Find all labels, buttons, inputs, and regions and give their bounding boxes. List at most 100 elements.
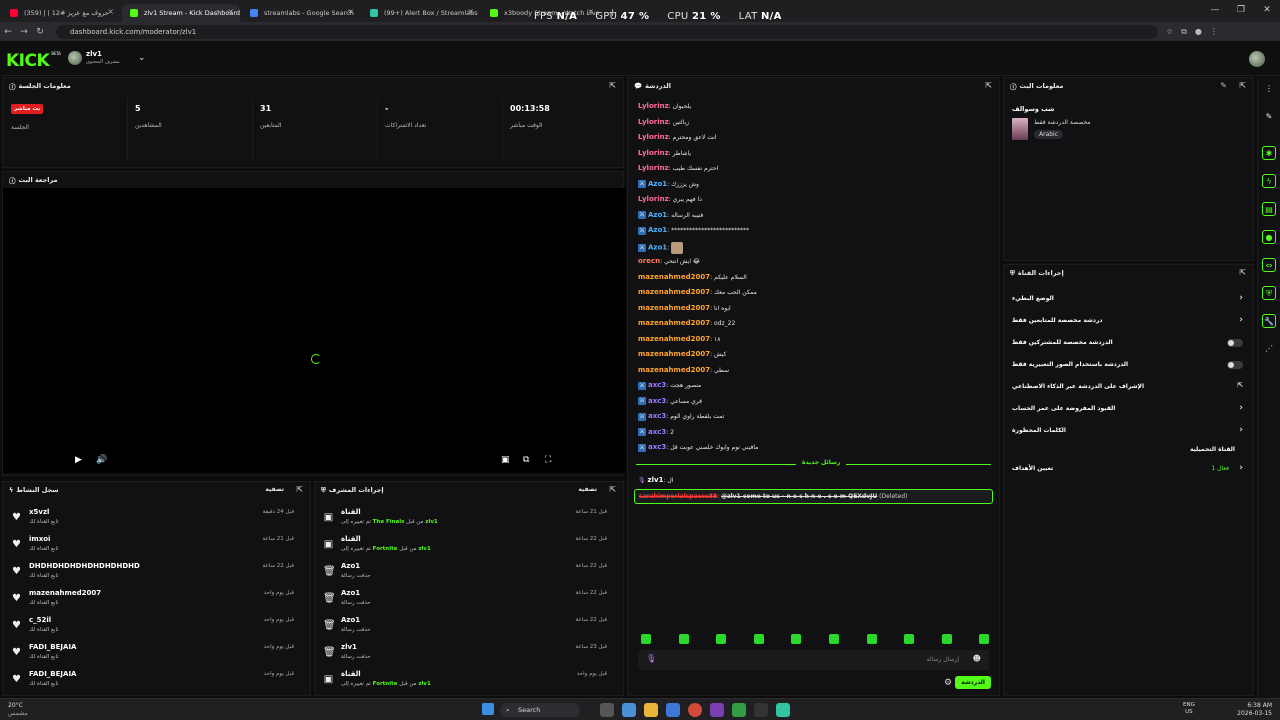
minimize-icon[interactable]: — xyxy=(1202,0,1228,22)
extensions-icon[interactable]: ⧉ xyxy=(1181,27,1187,37)
activity-username[interactable]: FADI_BEJAIA xyxy=(29,643,76,651)
channel-action-row[interactable]: الدردشة باستخدام الصور التعبيرية فقط xyxy=(1012,361,1243,375)
channel-action-row[interactable]: دردشة مخصصة للمتابعين فقط › xyxy=(1012,315,1243,331)
bug-icon[interactable]: ✱ xyxy=(1262,146,1276,160)
channel-action-row[interactable]: الكلمات المحظورة › xyxy=(1012,425,1243,441)
system-clock[interactable]: 6:38 AM 2026-03-15 xyxy=(1237,702,1272,718)
activity-username[interactable]: c_52il xyxy=(29,616,51,624)
language-indicator[interactable]: ENG US xyxy=(1183,702,1195,716)
file-explorer-icon[interactable] xyxy=(644,703,658,717)
url-field[interactable]: dashboard.kick.com/moderator/zlv1 xyxy=(56,24,1158,39)
wrench-icon[interactable]: 🔧 xyxy=(1262,314,1276,328)
mod-action-target[interactable]: القناة xyxy=(341,508,361,516)
chat-username[interactable]: orecn xyxy=(638,257,660,265)
chat-username[interactable]: Lylorinz xyxy=(638,102,669,110)
tab-close-icon[interactable]: × xyxy=(107,7,114,16)
channel-action-row[interactable]: الإشراف على الدردشة عبر الذكاء الاصطناعي… xyxy=(1012,381,1243,397)
emoji-icon[interactable]: ☻ xyxy=(973,654,981,663)
emote-icon[interactable] xyxy=(829,634,839,644)
more-icon[interactable]: ⋮ xyxy=(1262,82,1276,96)
mod-action-target[interactable]: القناة xyxy=(341,670,361,678)
browser-tab[interactable]: (99+) Alert Box / Streamlabs × xyxy=(362,4,480,22)
clipboard-icon[interactable]: ▤ xyxy=(1262,202,1276,216)
chat-username[interactable]: axc3 xyxy=(648,397,666,405)
browser-tab[interactable]: zlv1 Stream - Kick Dashboard × xyxy=(122,4,240,22)
mod-action-target[interactable]: Azo1 xyxy=(341,562,360,570)
emote-icon[interactable] xyxy=(641,634,651,644)
weather-widget[interactable]: 20°C مشمس xyxy=(8,702,28,718)
store-icon[interactable] xyxy=(666,703,680,717)
channel-action-row[interactable]: الوضع البطيء › xyxy=(1012,293,1243,309)
activity-username[interactable]: imxoi xyxy=(29,535,50,543)
theater-mode-icon[interactable]: ▣ xyxy=(501,455,510,465)
maximize-icon[interactable]: ❐ xyxy=(1228,0,1254,22)
widgets-icon[interactable] xyxy=(622,703,636,717)
activity-username[interactable]: x5vzl xyxy=(29,508,49,516)
activity-username[interactable]: mazenahmed2007 xyxy=(29,589,101,597)
channel-action-row[interactable]: القيود المفروضة على عمر الحساب › xyxy=(1012,403,1243,419)
volume-icon[interactable]: 🔊 xyxy=(96,455,107,465)
forward-icon[interactable]: → xyxy=(16,27,32,37)
activity-username[interactable]: FADI_BEJAIA xyxy=(29,670,76,678)
user-avatar[interactable] xyxy=(1249,51,1265,67)
set-goals-row[interactable]: تعيين الأهداف فعال 1 › xyxy=(1012,463,1243,479)
mod-action-target[interactable]: Azo1 xyxy=(341,589,360,597)
taskbar-search[interactable]: ⌕ Search xyxy=(500,703,580,717)
filter-button[interactable]: تصفية xyxy=(265,486,284,493)
kick-logo[interactable]: KICK BETA xyxy=(6,51,61,71)
windows-start-icon[interactable] xyxy=(482,703,494,715)
emote-icon[interactable] xyxy=(941,634,952,644)
play-icon[interactable]: ▶ xyxy=(75,455,82,465)
chat-username[interactable]: Azo1 xyxy=(648,180,667,188)
task-view-icon[interactable] xyxy=(600,703,614,717)
chat-username[interactable]: axc3 xyxy=(648,443,666,451)
fullscreen-icon[interactable]: ⛶ xyxy=(545,455,551,465)
deleted-message[interactable]: sarahimperialspaces88: @zlv1 come to us … xyxy=(634,489,993,504)
streamlabs-icon[interactable] xyxy=(776,703,790,717)
emote-icon[interactable] xyxy=(753,634,764,644)
chat-bubble-icon[interactable]: ● xyxy=(1262,230,1276,244)
emote-icon[interactable] xyxy=(716,634,727,644)
channel-avatar[interactable] xyxy=(68,51,82,65)
chat-username[interactable]: mazenahmed2007 xyxy=(638,335,710,343)
chevron-down-icon[interactable]: ⌄ xyxy=(138,53,146,63)
obs-icon[interactable] xyxy=(754,703,768,717)
bookmark-star-icon[interactable]: ☆ xyxy=(1166,27,1173,37)
chat-username[interactable]: axc3 xyxy=(648,381,666,389)
chat-username[interactable]: Lylorinz xyxy=(638,133,669,141)
emote-icon[interactable] xyxy=(904,634,915,644)
chat-username[interactable]: Azo1 xyxy=(648,226,667,234)
tab-close-icon[interactable]: × xyxy=(227,7,234,16)
external-link-icon[interactable]: ⇱ xyxy=(1237,381,1243,389)
chat-username[interactable]: mazenahmed2007 xyxy=(638,304,710,312)
profile-icon[interactable]: ● xyxy=(1195,27,1202,37)
mod-action-target[interactable]: zlv1 xyxy=(341,643,357,651)
popout-icon[interactable]: ⇱ xyxy=(1239,268,1246,277)
browser-tab[interactable]: streamlabs - Google Search × xyxy=(242,4,360,22)
toggle-switch[interactable] xyxy=(1227,339,1243,347)
chat-username[interactable]: mazenahmed2007 xyxy=(638,366,710,374)
chat-username[interactable]: mazenahmed2007 xyxy=(638,350,710,358)
popout-icon[interactable]: ⇱ xyxy=(296,485,303,494)
channel-switcher[interactable]: zlv1 مشرف المحتوى xyxy=(86,50,120,65)
chat-username[interactable]: Lylorinz xyxy=(638,149,669,157)
mod-action-target[interactable]: Azo1 xyxy=(341,616,360,624)
edit-pencil-icon[interactable]: ✎ xyxy=(1220,81,1227,90)
close-icon[interactable]: ✕ xyxy=(1254,0,1280,22)
filter-button[interactable]: تصفية xyxy=(578,486,597,493)
chat-username[interactable]: mazenahmed2007 xyxy=(638,288,710,296)
chat-username[interactable]: axc3 xyxy=(648,428,666,436)
menu-icon[interactable]: ⋮ xyxy=(1210,27,1218,37)
popout-icon[interactable]: ⇱ xyxy=(1239,81,1246,90)
app-icon[interactable] xyxy=(710,703,724,717)
emote-icon[interactable] xyxy=(678,634,689,644)
toggle-switch[interactable] xyxy=(1227,361,1243,369)
chat-username[interactable]: Lylorinz xyxy=(638,164,669,172)
chat-input[interactable]: 🎙 إرسال رسالة ☻ xyxy=(638,650,989,670)
chat-username[interactable]: mazenahmed2007 xyxy=(638,273,710,281)
video-player[interactable]: ▶ 🔊 ▣ ⧉ ⛶ xyxy=(3,188,626,473)
back-icon[interactable]: ← xyxy=(0,27,16,37)
mod-action-target[interactable]: القناة xyxy=(341,535,361,543)
send-chat-button[interactable]: الدردشة xyxy=(955,676,991,689)
pip-icon[interactable]: ⧉ xyxy=(523,455,529,465)
